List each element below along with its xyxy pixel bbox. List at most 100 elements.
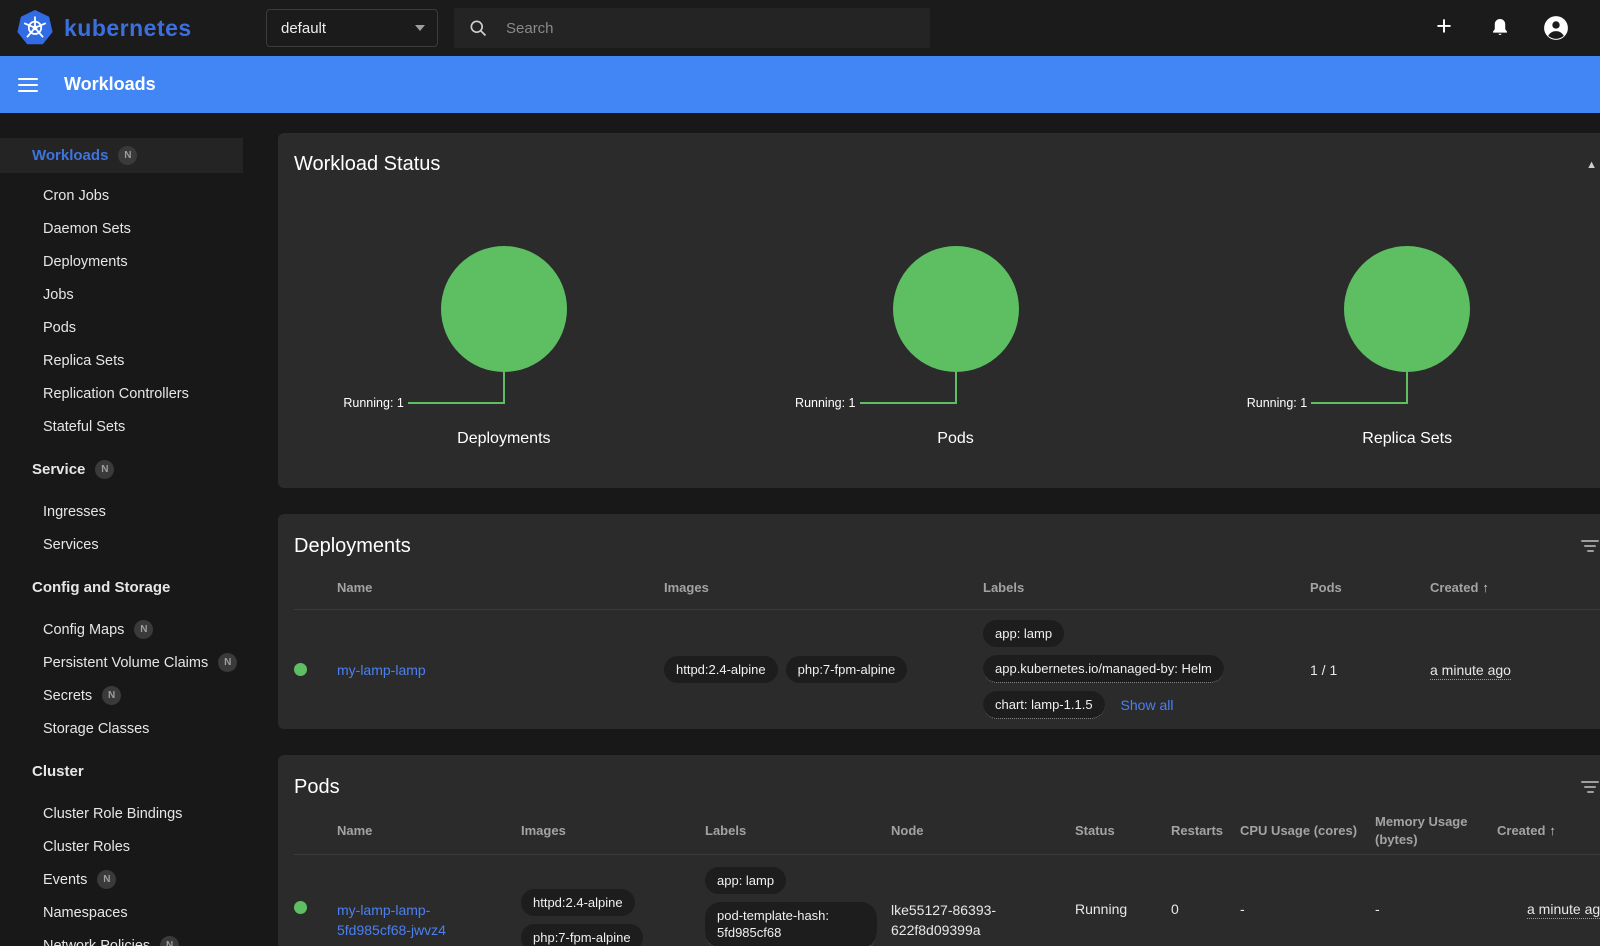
sidebar-item-label: Config Maps <box>43 622 124 638</box>
column-header-images[interactable]: Images <box>664 579 983 597</box>
sidebar-item-label: Services <box>43 537 99 553</box>
sidebar-item-cron-jobs[interactable]: Cron Jobs <box>0 179 260 212</box>
column-header-label: Restarts <box>1171 823 1223 838</box>
sidebar-item-persistent-volume-claims[interactable]: Persistent Volume ClaimsN <box>0 646 260 679</box>
column-header-created[interactable]: Created↑ <box>1430 579 1600 597</box>
label-chip: app.kubernetes.io/managed-by: Helm <box>983 655 1224 683</box>
sidebar-item-label: Namespaces <box>43 905 128 921</box>
deployment-link[interactable]: my-lamp-lamp <box>337 662 426 678</box>
app-bar: Workloads <box>0 56 1600 113</box>
kubernetes-brand[interactable]: kubernetes <box>16 9 266 47</box>
sidebar-item-network-policies[interactable]: Network PoliciesN <box>0 929 260 946</box>
memory-usage-cell: - <box>1375 901 1497 917</box>
sort-ascending-icon: ↑ <box>1482 580 1489 595</box>
collapse-card-button[interactable]: ▲ <box>1574 155 1600 175</box>
images-cell: httpd:2.4-alpinephp:7-fpm-alpine <box>664 656 983 683</box>
sidebar-item-cluster: Cluster <box>0 752 260 791</box>
column-header-label: Status <box>1075 823 1115 838</box>
column-header-label: Node <box>891 823 924 838</box>
column-header-labels[interactable]: Labels <box>983 579 1310 597</box>
top-bar: kubernetes default + <box>0 0 1600 56</box>
column-header-pods[interactable]: Pods <box>1310 579 1430 597</box>
sidebar-item-events[interactable]: Events N <box>0 863 260 896</box>
column-header-node[interactable]: Node <box>891 822 1075 840</box>
sidebar-item-label: Pods <box>43 320 76 336</box>
sidebar-item-storage-classes[interactable]: Storage Classes <box>0 712 260 745</box>
sidebar-item-stateful-sets[interactable]: Stateful Sets <box>0 410 260 443</box>
column-header-created[interactable]: Created↑ <box>1497 822 1600 840</box>
column-header-memory-usage-bytes[interactable]: Memory Usage (bytes) <box>1375 813 1497 848</box>
sidebar-item-workloads[interactable]: WorkloadsN <box>0 138 243 173</box>
sidebar-item-jobs[interactable]: Jobs <box>0 278 260 311</box>
sidebar-item-namespaces[interactable]: Namespaces <box>0 896 260 929</box>
label-chip: pod-template-hash: 5fd985cf68 <box>705 902 877 946</box>
pie-legend-label: Running: 1 <box>795 396 855 410</box>
label-chip: chart: lamp-1.1.5 <box>983 691 1105 719</box>
column-header-status[interactable]: Status <box>1075 822 1171 840</box>
pie-leader-line: Running: 1 <box>1181 372 1600 404</box>
namespace-selector[interactable]: default <box>266 9 438 47</box>
account-button[interactable] <box>1542 14 1570 42</box>
workload-chart-pods: Running: 1 Pods <box>730 246 1182 448</box>
show-all-link[interactable]: Show all <box>1121 697 1174 713</box>
sidebar-item-config-maps[interactable]: Config Maps N <box>0 613 260 646</box>
created-value: a minute ago <box>1527 901 1600 919</box>
sidebar-item-daemon-sets[interactable]: Daemon Sets <box>0 212 260 245</box>
status-ok-icon <box>294 901 307 914</box>
column-header-label: Name <box>337 823 372 838</box>
menu-button[interactable] <box>18 74 38 96</box>
status-pie-chart[interactable] <box>893 246 1019 372</box>
column-header-restarts[interactable]: Restarts <box>1171 822 1240 840</box>
sidebar-item-label: Secrets <box>43 688 92 704</box>
column-header-images[interactable]: Images <box>521 822 705 840</box>
create-button[interactable]: + <box>1430 14 1458 42</box>
leader-line-horizontal <box>1311 402 1406 404</box>
kubernetes-logo-icon <box>16 9 54 47</box>
sidebar-item-label: Events <box>43 872 87 888</box>
filter-icon[interactable] <box>1571 775 1600 799</box>
column-header-cpu-usage-cores[interactable]: CPU Usage (cores) <box>1240 822 1375 840</box>
column-header-labels[interactable]: Labels <box>705 822 891 840</box>
sidebar-item-cluster-role-bindings[interactable]: Cluster Role Bindings <box>0 797 260 830</box>
sidebar-item-label: Persistent Volume Claims <box>43 655 208 671</box>
workload-status-card: Workload Status ▲ Running: 1DeploymentsR… <box>278 133 1600 488</box>
deployments-card: Deployments NameImagesLabelsPodsCreated↑… <box>278 514 1600 729</box>
status-pie-chart[interactable] <box>441 246 567 372</box>
pod-link[interactable]: my-lamp-lamp-5fd985cf68-jwvz4 <box>337 901 497 940</box>
sidebar-item-label: Stateful Sets <box>43 419 125 435</box>
sidebar-item-deployments[interactable]: Deployments <box>0 245 260 278</box>
chart-resource-title: Pods <box>730 430 1182 448</box>
label-chip: php:7-fpm-alpine <box>521 924 643 946</box>
new-badge: N <box>102 686 121 705</box>
sidebar-item-cluster-roles[interactable]: Cluster Roles <box>0 830 260 863</box>
filter-icon[interactable] <box>1571 534 1600 558</box>
sidebar-item-service[interactable]: ServiceN <box>0 450 260 489</box>
notifications-button[interactable] <box>1486 14 1514 42</box>
sidebar-item-ingresses[interactable]: Ingresses <box>0 495 260 528</box>
column-header-name[interactable]: Name <box>337 822 521 840</box>
search-box[interactable] <box>454 8 930 48</box>
column-header-name[interactable]: Name <box>337 579 664 597</box>
sidebar-item-label: Workloads <box>32 147 108 164</box>
pod-status-cell: Running <box>1075 901 1171 917</box>
sidebar-item-replication-controllers[interactable]: Replication Controllers <box>0 377 260 410</box>
leader-line-vertical <box>503 372 505 404</box>
pie-leader-line: Running: 1 <box>730 372 1182 404</box>
search-input[interactable] <box>506 20 916 37</box>
cpu-usage-cell: - <box>1240 901 1375 917</box>
sidebar-item-label: Daemon Sets <box>43 221 131 237</box>
workload-status-title: Workload Status <box>294 153 440 176</box>
new-badge: N <box>95 460 114 479</box>
labels-cell: app: lampapp.kubernetes.io/managed-by: H… <box>983 620 1310 719</box>
sidebar-item-label: Cluster Role Bindings <box>43 806 182 822</box>
main-content: Workload Status ▲ Running: 1DeploymentsR… <box>260 113 1600 946</box>
sidebar-item-services[interactable]: Services <box>0 528 260 561</box>
sidebar-item-pods[interactable]: Pods <box>0 311 260 344</box>
created-cell: a minute ago <box>1497 901 1600 917</box>
page-title: Workloads <box>64 74 156 95</box>
status-pie-chart[interactable] <box>1344 246 1470 372</box>
new-badge: N <box>97 870 116 889</box>
sidebar-item-secrets[interactable]: Secrets N <box>0 679 260 712</box>
new-badge: N <box>134 620 153 639</box>
sidebar-item-replica-sets[interactable]: Replica Sets <box>0 344 260 377</box>
